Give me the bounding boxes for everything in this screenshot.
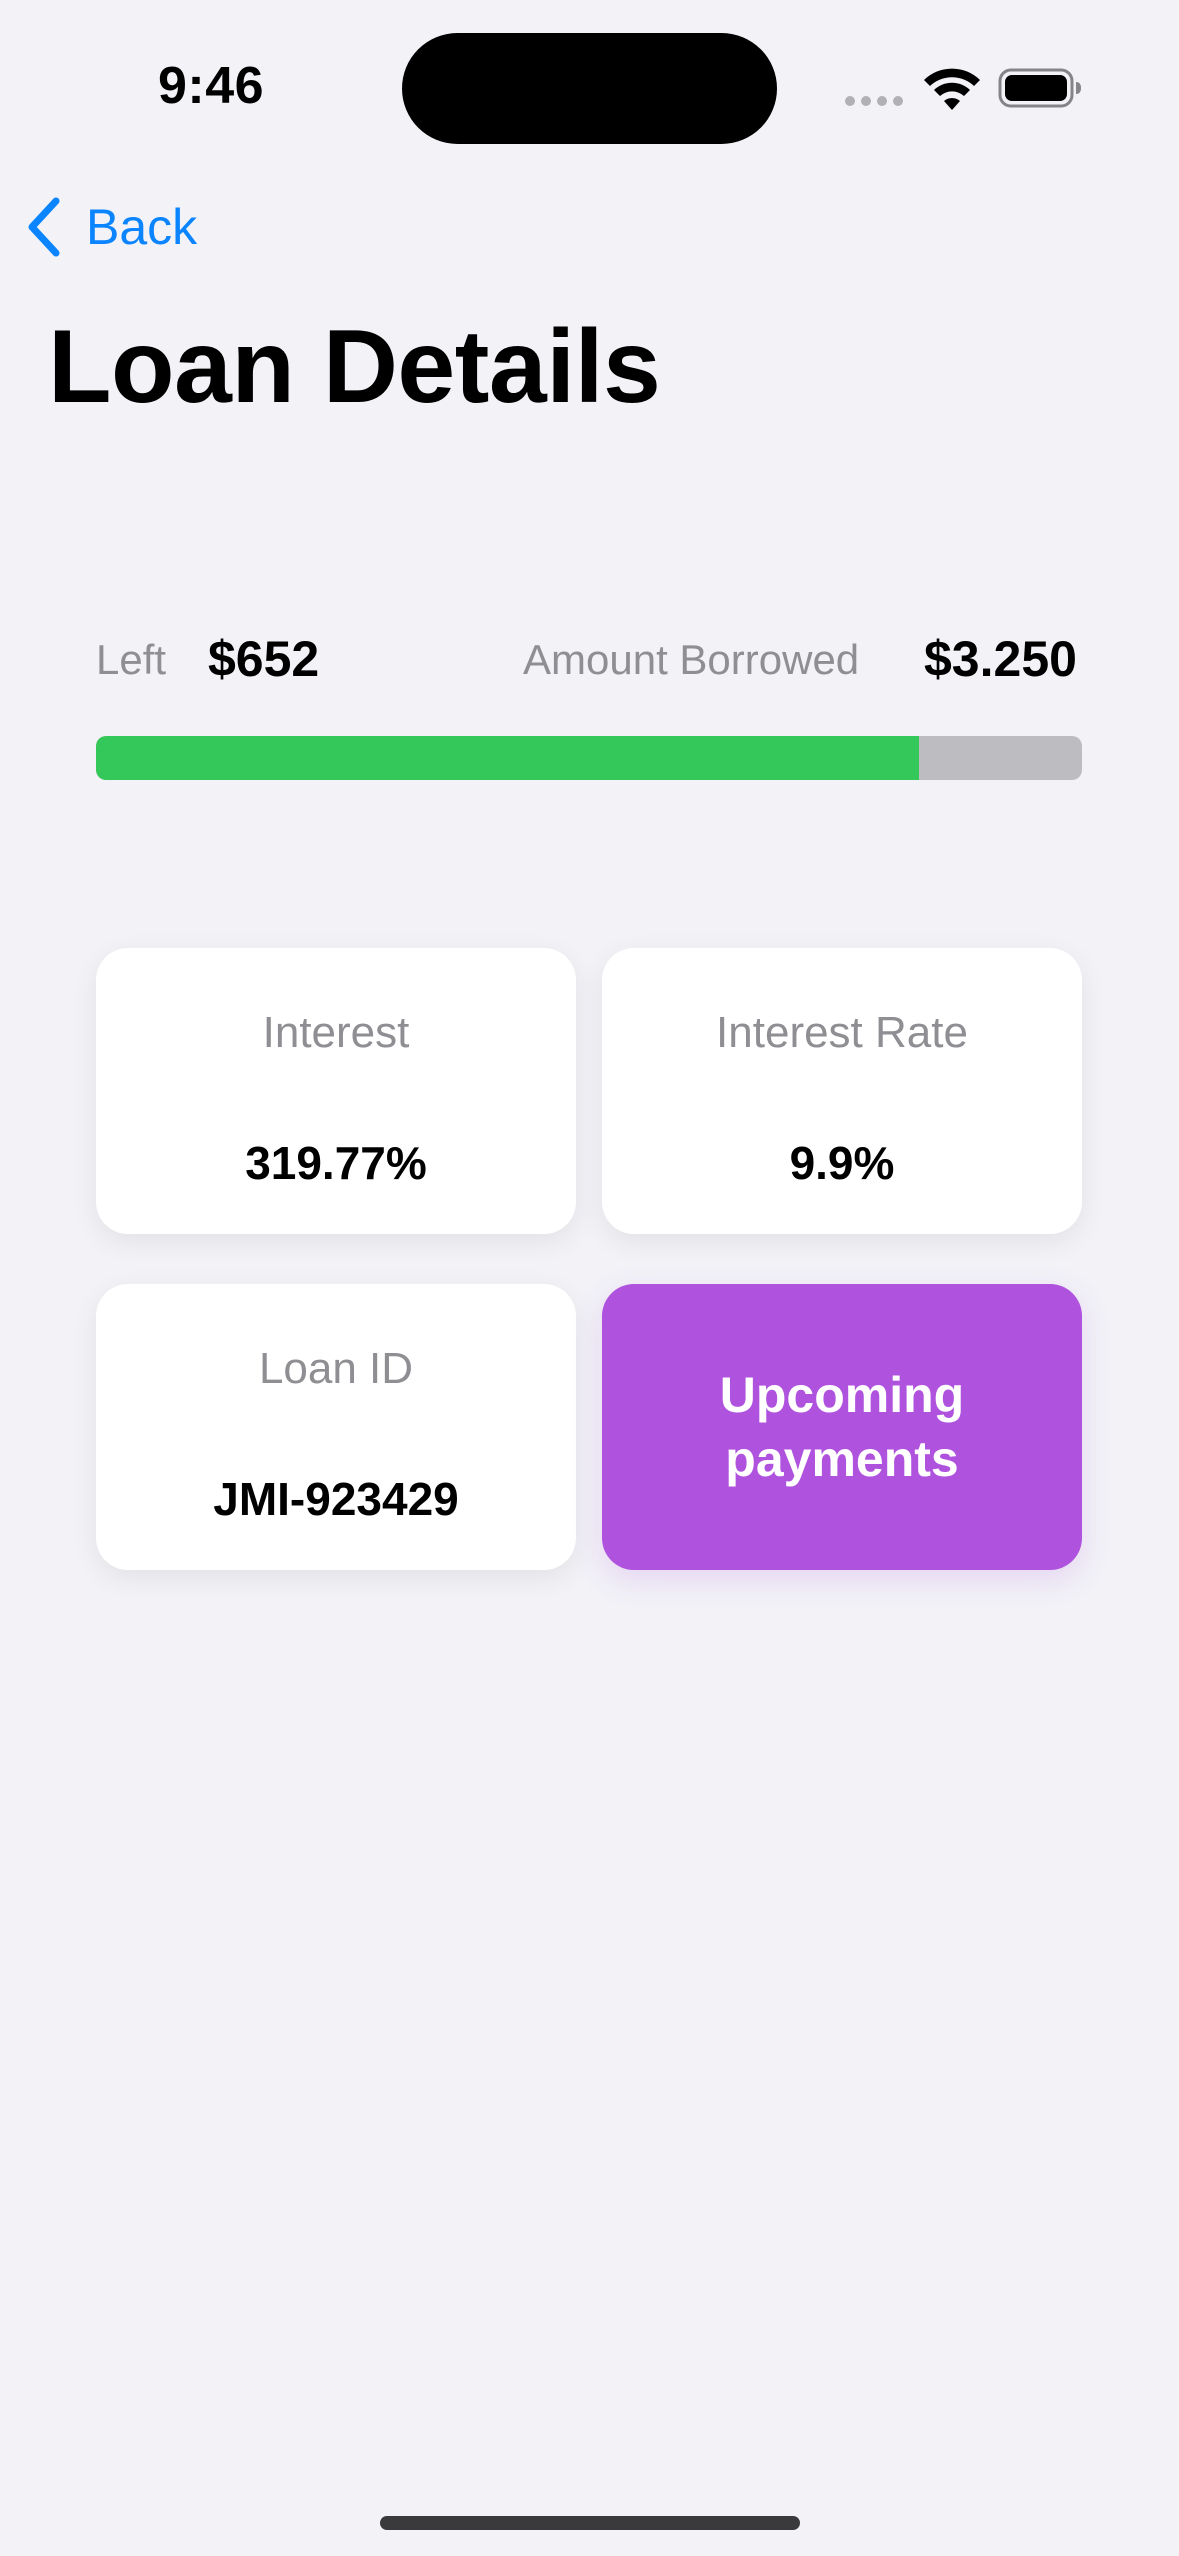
page-title: Loan Details bbox=[48, 309, 661, 425]
back-button-label: Back bbox=[86, 199, 198, 255]
battery-icon bbox=[998, 68, 1081, 108]
home-indicator bbox=[380, 2516, 800, 2530]
upcoming-payments-label: Upcoming payments bbox=[719, 1367, 965, 1487]
dynamic-island bbox=[402, 33, 777, 144]
interest-value: 319.77% bbox=[245, 1137, 427, 1189]
back-button[interactable]: Back bbox=[24, 190, 224, 264]
loan-id-label: Loan ID bbox=[258, 1344, 414, 1393]
amount-borrowed-label: Amount Borrowed bbox=[523, 636, 860, 683]
interest-rate-value: 9.9% bbox=[789, 1137, 895, 1189]
interest-rate-label: Interest Rate bbox=[716, 1008, 968, 1057]
loan-id-card: Loan ID JMI-923429 bbox=[96, 1284, 576, 1570]
repayment-progress-fill bbox=[96, 736, 920, 780]
left-label: Left bbox=[96, 636, 167, 683]
wifi-icon bbox=[924, 68, 980, 110]
repayment-progress-bar bbox=[96, 736, 1082, 780]
loan-id-value: JMI-923429 bbox=[213, 1473, 459, 1525]
amount-borrowed-value: $3.250 bbox=[924, 631, 1077, 687]
interest-rate-card: Interest Rate 9.9% bbox=[602, 948, 1082, 1234]
chevron-left-icon bbox=[28, 197, 60, 257]
left-value: $652 bbox=[208, 631, 320, 687]
cellular-signal-icon bbox=[845, 96, 905, 106]
upcoming-payments-button[interactable]: Upcoming payments bbox=[602, 1284, 1082, 1570]
interest-label: Interest bbox=[262, 1008, 410, 1057]
status-time: 9:46 bbox=[158, 57, 265, 115]
interest-card: Interest 319.77% bbox=[96, 948, 576, 1234]
